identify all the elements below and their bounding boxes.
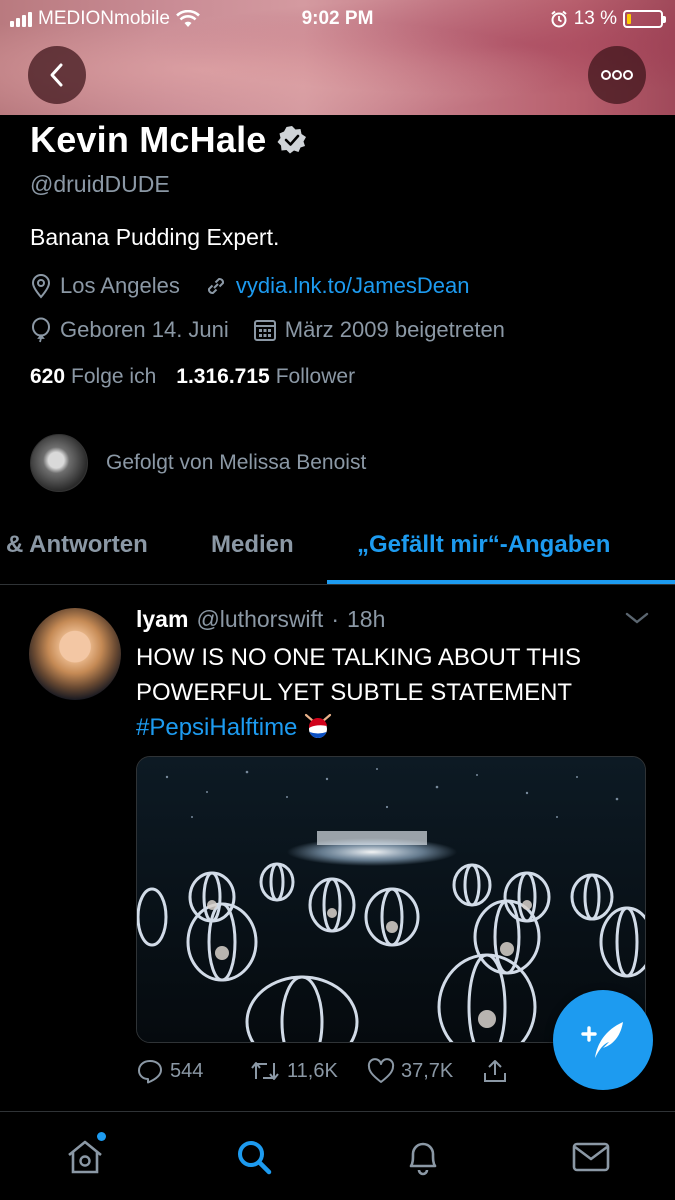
tab-active-indicator (327, 580, 675, 584)
nav-messages[interactable] (566, 1132, 616, 1182)
joined-item: März 2009 beigetreten (253, 317, 505, 343)
following-link[interactable]: 620 Folge ich (30, 365, 156, 389)
share-icon (484, 1060, 506, 1082)
nav-notifications[interactable] (398, 1132, 448, 1182)
profile-bio: Banana Pudding Expert. (30, 224, 280, 250)
retweet-icon (251, 1062, 279, 1080)
link-icon (207, 277, 224, 295)
retweet-count: 11,6K (287, 1059, 338, 1082)
chevron-left-icon (50, 63, 63, 87)
chevron-down-icon[interactable] (624, 610, 650, 626)
avatar[interactable] (29, 608, 121, 700)
battery-level (627, 14, 632, 24)
nav-home[interactable] (60, 1132, 110, 1182)
location-text: Los Angeles (60, 273, 180, 298)
like-count: 37,7K (401, 1059, 454, 1082)
tab-media[interactable]: Medien (211, 531, 294, 559)
balloon-icon (32, 317, 50, 343)
tweet-author-name[interactable]: lyam (136, 606, 188, 633)
followers-link[interactable]: 1.316.715 Follower (176, 365, 355, 389)
following-label: Folge ich (71, 365, 157, 388)
tweet-time: 18h (347, 606, 386, 632)
follow-counts: 620 Folge ich 1.316.715 Follower (30, 365, 650, 389)
location-item: Los Angeles (30, 273, 180, 299)
bottom-nav (0, 1111, 675, 1200)
tweet-time-separator: · (331, 606, 339, 632)
tweet-body: HOW IS NO ONE TALKING ABOUT THIS POWERFU… (136, 644, 581, 706)
alarm-icon (551, 10, 567, 28)
followed-by-row[interactable]: Gefolgt von Melissa Benoist (30, 434, 366, 492)
like-button[interactable]: 37,7K (367, 1058, 482, 1084)
birthday-item: Geboren 14. Juni (30, 317, 229, 343)
location-pin-icon (31, 274, 51, 299)
joined-text: März 2009 beigetreten (284, 317, 505, 342)
profile-name: Kevin McHale (30, 119, 267, 160)
share-button[interactable] (482, 1058, 508, 1084)
bell-icon (409, 1142, 437, 1176)
reply-count: 544 (170, 1059, 204, 1082)
tab-likes[interactable]: „Gefällt mir“-Angaben (357, 531, 610, 559)
followers-label: Follower (275, 365, 356, 388)
compose-tweet-button[interactable] (553, 990, 653, 1090)
new-content-dot (97, 1132, 106, 1141)
profile-tabs: & Antworten Medien „Gefällt mir“-Angaben (0, 515, 675, 585)
meta-row-dates: Geboren 14. Juni März 2009 beigetreten (30, 317, 650, 343)
search-icon (238, 1141, 272, 1175)
tweet-media[interactable] (136, 756, 646, 1043)
status-right: 13 % (550, 8, 666, 30)
compose-tweet-icon (581, 1022, 623, 1058)
status-bar: MEDIONmobile 9:02 PM 13 % (0, 0, 675, 40)
website-link[interactable]: vydia.lnk.to/JamesDean (236, 273, 470, 299)
followed-by-text: Gefolgt von Melissa Benoist (106, 451, 367, 474)
back-button[interactable] (28, 46, 86, 104)
tweet-header: lyam @luthorswift · 18h (136, 606, 385, 633)
calendar-icon (253, 320, 276, 341)
home-icon (68, 1140, 102, 1174)
followers-count: 1.316.715 (176, 365, 270, 388)
name-row: Kevin McHale (30, 119, 650, 161)
meta-row-location: Los Angeles vydia.lnk.to/JamesDean (30, 273, 650, 299)
tweet-hashtag[interactable]: #PepsiHalftime (136, 714, 297, 741)
following-count: 620 (30, 365, 66, 388)
battery-percent: 13 % (573, 8, 617, 29)
tweet-text: HOW IS NO ONE TALKING ABOUT THIS POWERFU… (136, 640, 656, 745)
retweet-button[interactable]: 11,6K (249, 1059, 367, 1083)
website-item[interactable]: vydia.lnk.to/JamesDean (204, 273, 470, 299)
mail-icon (572, 1142, 610, 1172)
verified-badge-icon (277, 126, 306, 154)
reply-button[interactable]: 544 (136, 1058, 249, 1084)
profile-handle: @druidDUDE (30, 171, 170, 197)
reply-icon (138, 1060, 162, 1084)
tweet-author-handle: @luthorswift (196, 606, 324, 632)
birthday-text: Geboren 14. Juni (60, 317, 229, 342)
more-button[interactable] (588, 46, 646, 104)
profile-info: Kevin McHale @druidDUDE Banana Pudding E… (30, 115, 650, 389)
tab-replies[interactable]: & Antworten (6, 531, 148, 559)
battery-icon (623, 10, 666, 28)
pepsi-drum-icon (304, 713, 332, 739)
avatar (30, 434, 88, 492)
more-dots-icon (601, 70, 633, 80)
halftime-show-image (137, 757, 645, 1042)
nav-search[interactable] (229, 1132, 279, 1182)
heart-icon (367, 1058, 395, 1083)
